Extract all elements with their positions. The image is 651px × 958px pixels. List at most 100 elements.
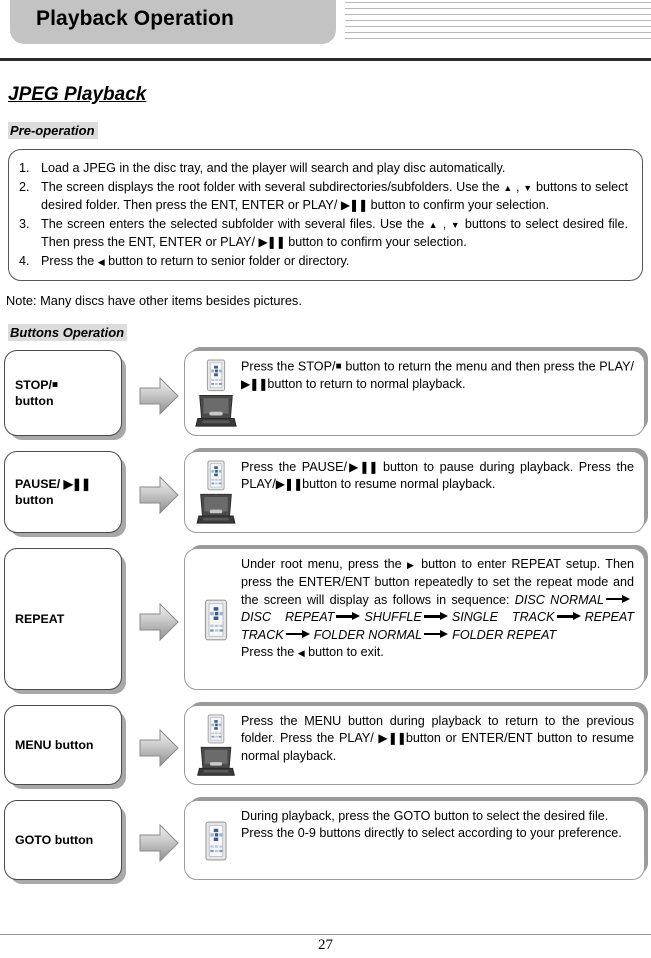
sequence-item: DISC NORMAL bbox=[514, 592, 605, 607]
play-pause-icon: ▶❚❚ bbox=[378, 731, 406, 746]
manual-page: Playback Operation JPEG Playback Pre-ope… bbox=[0, 0, 651, 958]
body-segment: Press the bbox=[241, 645, 295, 660]
row-body-exit-line: Press the ◀ button to exit. bbox=[241, 644, 634, 662]
buttons-operation-label-wrap: Buttons Operation bbox=[0, 308, 651, 342]
step-text: , bbox=[512, 179, 524, 194]
device-illustration-remote-and-player bbox=[193, 459, 239, 525]
label-line-1: STOP/ bbox=[15, 377, 52, 392]
row-label-pause: PAUSE/ ▶❚❚ button bbox=[4, 451, 122, 533]
row-body-paragraph: Press the PAUSE/▶❚❚ button to pause duri… bbox=[241, 459, 634, 494]
label-line-1: PAUSE/ bbox=[15, 477, 61, 491]
device-illustration-remote-and-player bbox=[193, 713, 239, 777]
step-text: Load a JPEG in the disc tray, and the pl… bbox=[41, 161, 506, 175]
row-body-paragraph: Under root menu, press the ▶ button to e… bbox=[241, 556, 634, 644]
flow-arrow-icon bbox=[139, 728, 179, 768]
buttons-operation-label: Buttons Operation bbox=[8, 324, 128, 341]
row-body-paragraph: Press the STOP/■ button to return the me… bbox=[241, 358, 634, 393]
pre-operation-box: 1. Load a JPEG in the disc tray, and the … bbox=[8, 149, 643, 281]
button-row-goto: GOTO button During playback, press the G… bbox=[0, 800, 651, 886]
step-text: button to confirm your selection. bbox=[367, 198, 550, 212]
flow-arrow-icon bbox=[139, 376, 179, 416]
button-row-repeat: REPEAT Under root menu, press the ▶ butt… bbox=[0, 548, 651, 696]
step-number: 2. bbox=[19, 179, 30, 194]
body-segment: button to return to normal playback. bbox=[267, 376, 466, 391]
remote-and-player-icon bbox=[197, 714, 235, 776]
body-segment: Under root menu, press the bbox=[241, 557, 402, 571]
row-label-text: GOTO button bbox=[15, 833, 94, 847]
step-number: 1. bbox=[19, 161, 30, 175]
row-body-pause: Press the PAUSE/▶❚❚ button to pause duri… bbox=[239, 459, 634, 525]
step-text: The screen enters the selected subfolder… bbox=[41, 216, 429, 231]
button-row-stop: STOP/■ button Press the STOP/■ button to… bbox=[0, 350, 651, 442]
row-label-repeat: REPEAT bbox=[4, 548, 122, 690]
page-title-bar: Playback Operation bbox=[10, 0, 336, 44]
pre-operation-steps: 1. Load a JPEG in the disc tray, and the … bbox=[19, 160, 628, 271]
step-text: The screen displays the root folder with… bbox=[41, 179, 504, 194]
remote-control-icon bbox=[205, 821, 227, 860]
row-content-goto: During playback, press the GOTO button t… bbox=[184, 800, 645, 880]
body-segment: Press the STOP/ bbox=[241, 359, 336, 374]
row-content-stop: Press the STOP/■ button to return the me… bbox=[184, 350, 645, 436]
sequence-item: FOLDER NORMAL bbox=[313, 627, 423, 642]
label-line-1: REPEAT bbox=[15, 612, 65, 626]
row-content-repeat: Under root menu, press the ▶ button to e… bbox=[184, 548, 645, 690]
sequence-item: FOLDER REPEAT bbox=[452, 627, 557, 642]
remote-control-icon bbox=[204, 599, 228, 640]
row-label-text: REPEAT bbox=[15, 611, 64, 627]
stop-square-icon: ■ bbox=[51, 379, 59, 391]
row-label-goto: GOTO button bbox=[4, 800, 122, 880]
row-body-paragraph: During playback, press the GOTO button t… bbox=[241, 809, 609, 823]
remote-and-player-icon bbox=[196, 460, 236, 524]
flow-arrow-icon bbox=[139, 823, 179, 863]
row-body-stop: Press the STOP/■ button to return the me… bbox=[239, 358, 634, 428]
body-segment: Press the PAUSE/ bbox=[241, 460, 348, 474]
flow-arrow-icon bbox=[139, 475, 179, 515]
label-line-2: button bbox=[15, 394, 54, 409]
pre-operation-note: Note: Many discs have other items beside… bbox=[6, 293, 302, 308]
sequence-item: DISC REPEAT bbox=[241, 610, 335, 625]
body-segment: button to resume normal playback. bbox=[302, 477, 496, 492]
up-arrow-icon: ▲ bbox=[428, 219, 439, 230]
row-body-paragraph: Press the MENU button during playback to… bbox=[241, 713, 634, 765]
play-pause-icon: ▶❚❚ bbox=[347, 460, 378, 474]
row-label-text: STOP/■ button bbox=[15, 377, 58, 410]
play-pause-icon: ▶❚❚ bbox=[340, 198, 368, 212]
right-arrow-icon: ▶ bbox=[407, 560, 416, 570]
button-rows: STOP/■ button Press the STOP/■ button to… bbox=[0, 350, 651, 886]
step-text: button to confirm your selection. bbox=[284, 235, 467, 249]
sequence-arrow-icon bbox=[556, 612, 583, 621]
left-arrow-icon: ◀ bbox=[297, 648, 305, 659]
play-pause-icon: ▶❚❚ bbox=[241, 376, 268, 391]
row-label-stop: STOP/■ button bbox=[4, 350, 122, 436]
list-item: 4. Press the ◀ button to return to senior… bbox=[19, 253, 628, 272]
device-illustration-remote-and-player bbox=[193, 358, 239, 428]
sequence-arrow-icon bbox=[285, 629, 312, 638]
section-heading: JPEG Playback bbox=[8, 84, 147, 105]
sequence-item: SINGLE TRACK bbox=[451, 610, 555, 625]
step-number: 3. bbox=[19, 216, 30, 231]
page-header: Playback Operation bbox=[0, 0, 651, 62]
list-item: 2. The screen displays the root folder wi… bbox=[19, 179, 628, 215]
body-segment: button to exit. bbox=[308, 645, 384, 660]
row-body-paragraph: Press the 0-9 buttons directly to select… bbox=[241, 826, 622, 841]
sequence-item: SHUFFLE bbox=[364, 610, 422, 625]
sequence-arrow-icon bbox=[424, 629, 450, 638]
step-text: , bbox=[438, 216, 451, 231]
row-content-pause: Press the PAUSE/▶❚❚ button to pause duri… bbox=[184, 451, 645, 533]
row-label-text: PAUSE/ ▶❚❚ button bbox=[15, 476, 91, 508]
remote-and-player-icon bbox=[195, 359, 237, 427]
row-body-repeat: Under root menu, press the ▶ button to e… bbox=[239, 556, 634, 682]
row-body-menu: Press the MENU button during playback to… bbox=[239, 713, 634, 777]
section-heading-wrap: JPEG Playback bbox=[0, 62, 651, 106]
sequence-arrow-icon bbox=[336, 612, 362, 621]
footer-rule bbox=[0, 934, 651, 935]
pre-operation-label-wrap: Pre-operation bbox=[0, 106, 651, 140]
label-line-2: button bbox=[15, 493, 54, 507]
left-arrow-icon: ◀ bbox=[97, 256, 105, 267]
sequence-arrow-icon bbox=[423, 612, 450, 621]
pre-operation-label: Pre-operation bbox=[8, 122, 98, 139]
list-item: 3. The screen enters the selected subfold… bbox=[19, 216, 628, 252]
page-footer: 27 bbox=[0, 934, 651, 954]
step-text: button to return to senior folder or dir… bbox=[104, 253, 350, 268]
sequence-arrow-icon bbox=[606, 594, 632, 603]
